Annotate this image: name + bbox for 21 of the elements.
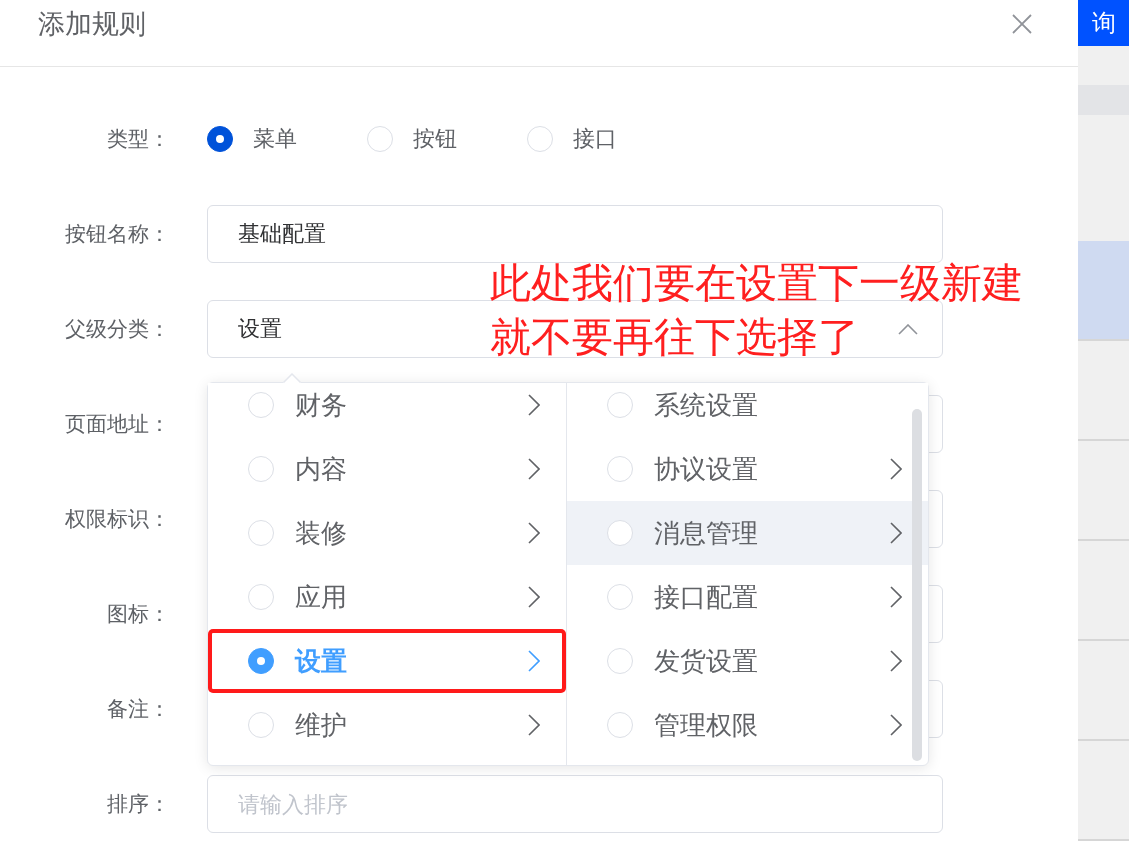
form-label: 页面地址： [64,411,170,438]
close-icon [1012,14,1032,34]
cascader-option[interactable]: 财务 [208,383,566,437]
cascader-option[interactable]: 系统设置 [567,383,928,437]
radio-option[interactable]: 按钮 [367,124,457,154]
form-label: 备注： [106,696,170,723]
form-label: 父级分类： [64,316,170,343]
input-field[interactable]: 请输入排序 [207,775,943,833]
table-header [1078,85,1129,115]
search-button[interactable]: 询 [1078,0,1129,46]
form-label: 类型： [106,126,170,153]
form-label: 排序： [106,791,170,818]
form-label: 按钮名称： [64,221,170,248]
cascader-option[interactable]: 消息管理 [567,501,928,565]
form-label: 权限标识： [64,506,170,533]
close-button[interactable] [1012,14,1032,34]
input-field[interactable]: 基础配置 [207,205,943,263]
radio-option[interactable]: 接口 [527,124,617,154]
form-label: 图标： [106,601,170,628]
radio-option[interactable]: 菜单 [207,124,297,154]
dialog-title: 添加规则 [38,7,146,41]
